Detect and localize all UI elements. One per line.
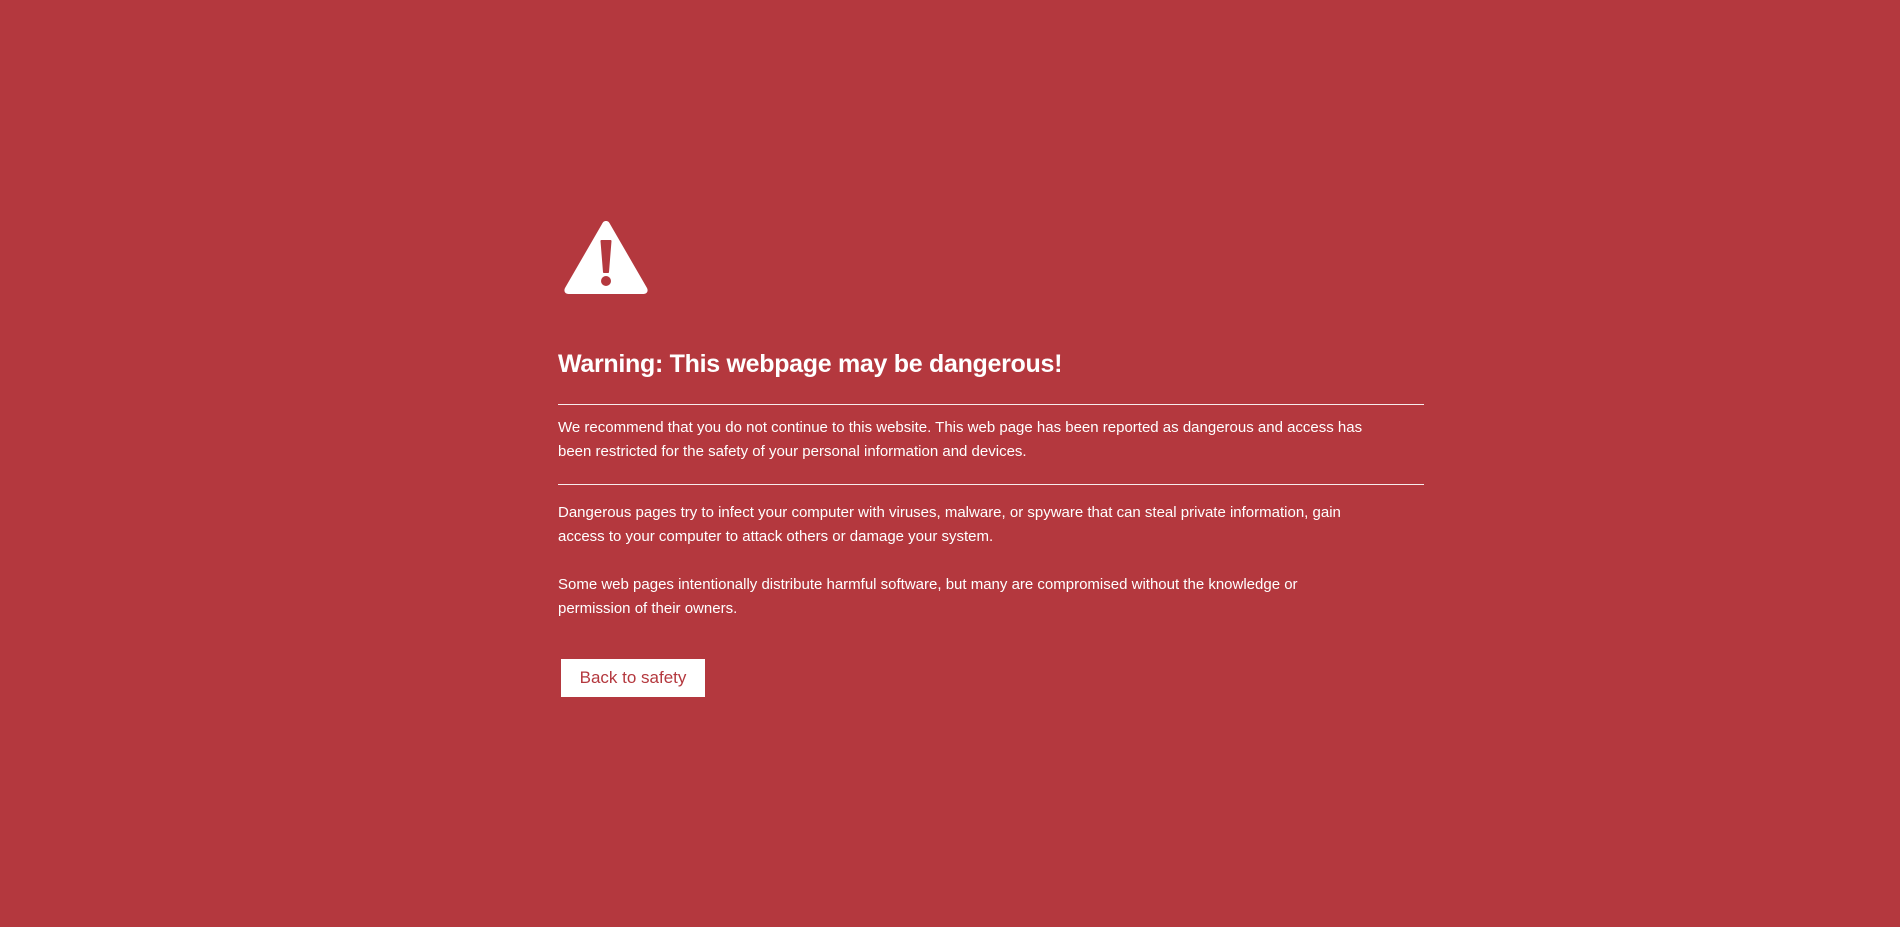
warning-triangle-icon (564, 221, 648, 294)
divider-top (558, 404, 1424, 405)
divider-bottom (558, 484, 1424, 485)
note-text: Some web pages intentionally distribute … (558, 576, 1298, 617)
back-to-safety-button[interactable]: Back to safety (561, 659, 705, 697)
warning-content: Warning: This webpage may be dangerous! … (558, 218, 1424, 697)
recommendation-text: We recommend that you do not continue to… (558, 419, 1363, 460)
warning-page: Warning: This webpage may be dangerous! … (0, 0, 1900, 927)
explanation-text: Dangerous pages try to infect your compu… (558, 504, 1341, 545)
warning-title: Warning: This webpage may be dangerous! (558, 350, 1063, 378)
